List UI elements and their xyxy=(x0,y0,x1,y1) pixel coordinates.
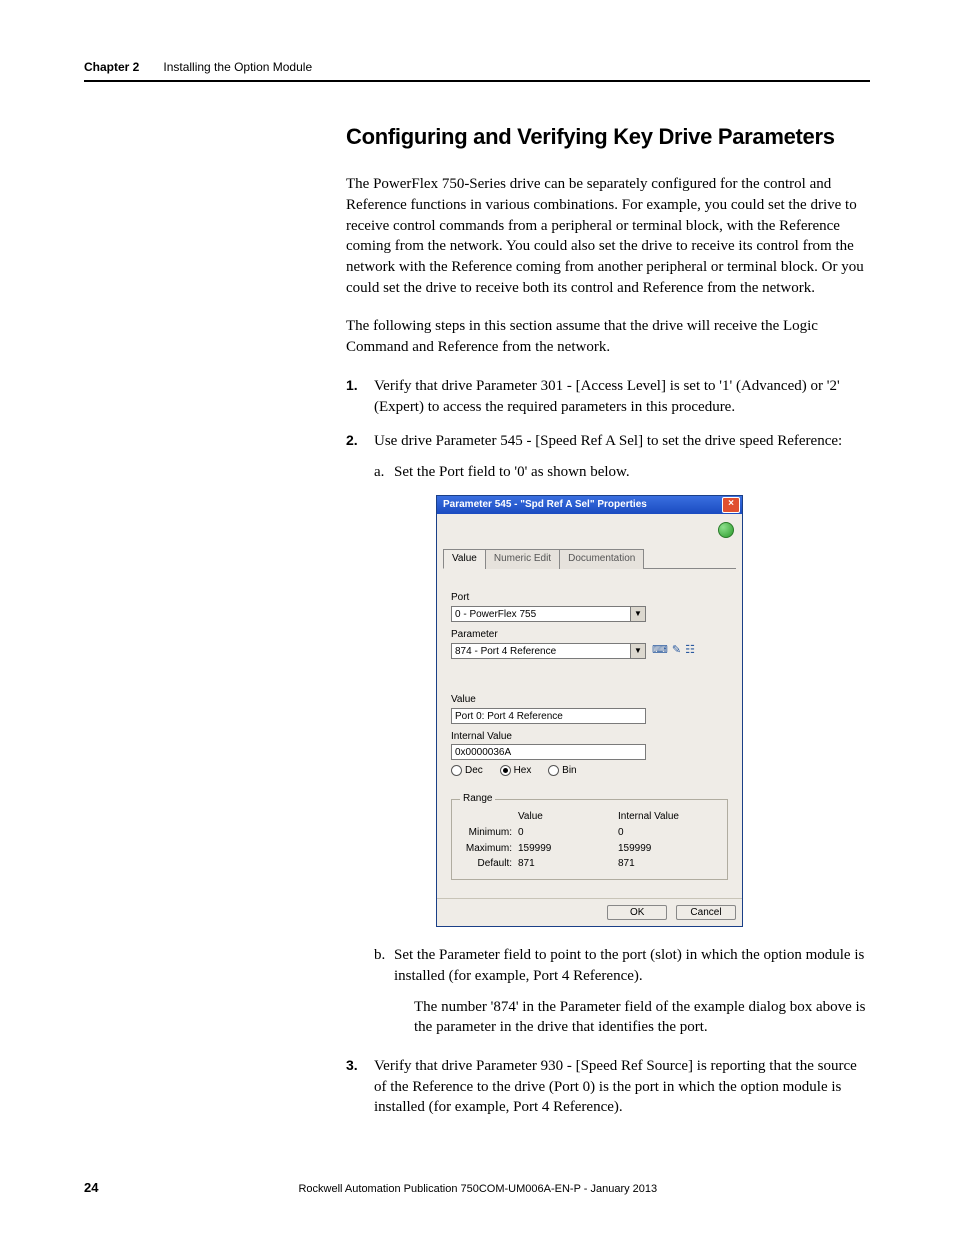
page-header: Chapter 2 Installing the Option Module xyxy=(84,60,870,74)
dialog-title: Parameter 545 - "Spd Ref A Sel" Properti… xyxy=(443,498,647,512)
procedure-list: 1. Verify that drive Parameter 301 - [Ac… xyxy=(346,376,870,1118)
close-icon[interactable]: × xyxy=(722,497,740,513)
tab-documentation[interactable]: Documentation xyxy=(559,549,644,569)
range-header-value: Value xyxy=(518,810,618,824)
radio-dec[interactable]: Dec xyxy=(451,765,483,776)
parameter-value: 874 - Port 4 Reference xyxy=(452,644,630,658)
step-2b-note: The number '874' in the Parameter field … xyxy=(414,997,870,1038)
publication-info: Rockwell Automation Publication 750COM-U… xyxy=(298,1183,870,1195)
header-rule xyxy=(84,80,870,82)
range-default-label: Default: xyxy=(460,857,518,871)
tab-numeric-edit[interactable]: Numeric Edit xyxy=(485,549,560,569)
parameter-label: Parameter xyxy=(451,628,728,642)
parameter-combobox[interactable]: 874 - Port 4 Reference ▼ xyxy=(451,643,646,659)
step-letter: b. xyxy=(374,945,385,966)
step-letter: a. xyxy=(374,462,384,483)
step-2b: b. Set the Parameter field to point to t… xyxy=(374,945,870,1038)
port-label: Port xyxy=(451,591,728,605)
step-2: 2. Use drive Parameter 545 - [Speed Ref … xyxy=(346,431,870,1038)
chapter-title: Installing the Option Module xyxy=(163,60,312,74)
port-value: 0 - PowerFlex 755 xyxy=(452,607,630,621)
range-default-internal: 871 xyxy=(618,857,718,871)
radix-radios: Dec Hex Bin xyxy=(451,764,728,778)
step-1-text: Verify that drive Parameter 301 - [Acces… xyxy=(374,378,840,415)
step-number: 3. xyxy=(346,1056,358,1075)
chapter-label: Chapter 2 xyxy=(84,60,139,74)
value-label: Value xyxy=(451,693,728,707)
internal-value-field[interactable]: 0x0000036A xyxy=(451,744,646,760)
chevron-down-icon[interactable]: ▼ xyxy=(630,644,645,658)
range-legend: Range xyxy=(460,792,495,806)
globe-icon[interactable] xyxy=(718,522,734,538)
radio-bin[interactable]: Bin xyxy=(548,765,576,776)
page-footer: 24 Rockwell Automation Publication 750CO… xyxy=(84,1180,870,1195)
range-fieldset: Range Value Internal Value Minimum: 0 0 … xyxy=(451,792,728,880)
ok-button[interactable]: OK xyxy=(607,905,667,920)
main-content: Configuring and Verifying Key Drive Para… xyxy=(346,122,870,1118)
parameter-properties-dialog: Parameter 545 - "Spd Ref A Sel" Properti… xyxy=(436,495,743,928)
step-2a-text: Set the Port field to '0' as shown below… xyxy=(394,464,630,480)
internal-value-label: Internal Value xyxy=(451,730,728,744)
keyboard-icon[interactable]: ⌨ xyxy=(652,643,668,658)
range-max-internal: 159999 xyxy=(618,842,718,856)
value-field[interactable]: Port 0: Port 4 Reference xyxy=(451,708,646,724)
range-min-internal: 0 xyxy=(618,826,718,840)
range-max-label: Maximum: xyxy=(460,842,518,856)
step-1: 1. Verify that drive Parameter 301 - [Ac… xyxy=(346,376,870,417)
chevron-down-icon[interactable]: ▼ xyxy=(630,607,645,621)
wizard-icon[interactable]: ✎ xyxy=(672,643,681,658)
range-header-internal: Internal Value xyxy=(618,810,718,824)
step-number: 1. xyxy=(346,376,358,395)
step-2b-text: Set the Parameter field to point to the … xyxy=(394,947,864,984)
dialog-tabs: Value Numeric Edit Documentation xyxy=(443,548,736,569)
radio-hex[interactable]: Hex xyxy=(500,765,532,776)
cancel-button[interactable]: Cancel xyxy=(676,905,736,920)
step-2a: a. Set the Port field to '0' as shown be… xyxy=(374,462,870,483)
range-min-label: Minimum: xyxy=(460,826,518,840)
range-default-value: 871 xyxy=(518,857,618,871)
port-combobox[interactable]: 0 - PowerFlex 755 ▼ xyxy=(451,606,646,622)
intro-paragraph-1: The PowerFlex 750-Series drive can be se… xyxy=(346,174,870,298)
step-number: 2. xyxy=(346,431,358,450)
step-3: 3. Verify that drive Parameter 930 - [Sp… xyxy=(346,1056,870,1118)
dialog-titlebar[interactable]: Parameter 545 - "Spd Ref A Sel" Properti… xyxy=(437,496,742,514)
range-max-value: 159999 xyxy=(518,842,618,856)
step-2-text: Use drive Parameter 545 - [Speed Ref A S… xyxy=(374,433,842,449)
tab-value[interactable]: Value xyxy=(443,549,486,569)
intro-paragraph-2: The following steps in this section assu… xyxy=(346,316,870,357)
section-heading: Configuring and Verifying Key Drive Para… xyxy=(346,122,870,152)
step-3-text: Verify that drive Parameter 930 - [Speed… xyxy=(374,1058,857,1115)
range-min-value: 0 xyxy=(518,826,618,840)
tree-icon[interactable]: ☷ xyxy=(685,643,695,658)
page-number: 24 xyxy=(84,1180,98,1195)
